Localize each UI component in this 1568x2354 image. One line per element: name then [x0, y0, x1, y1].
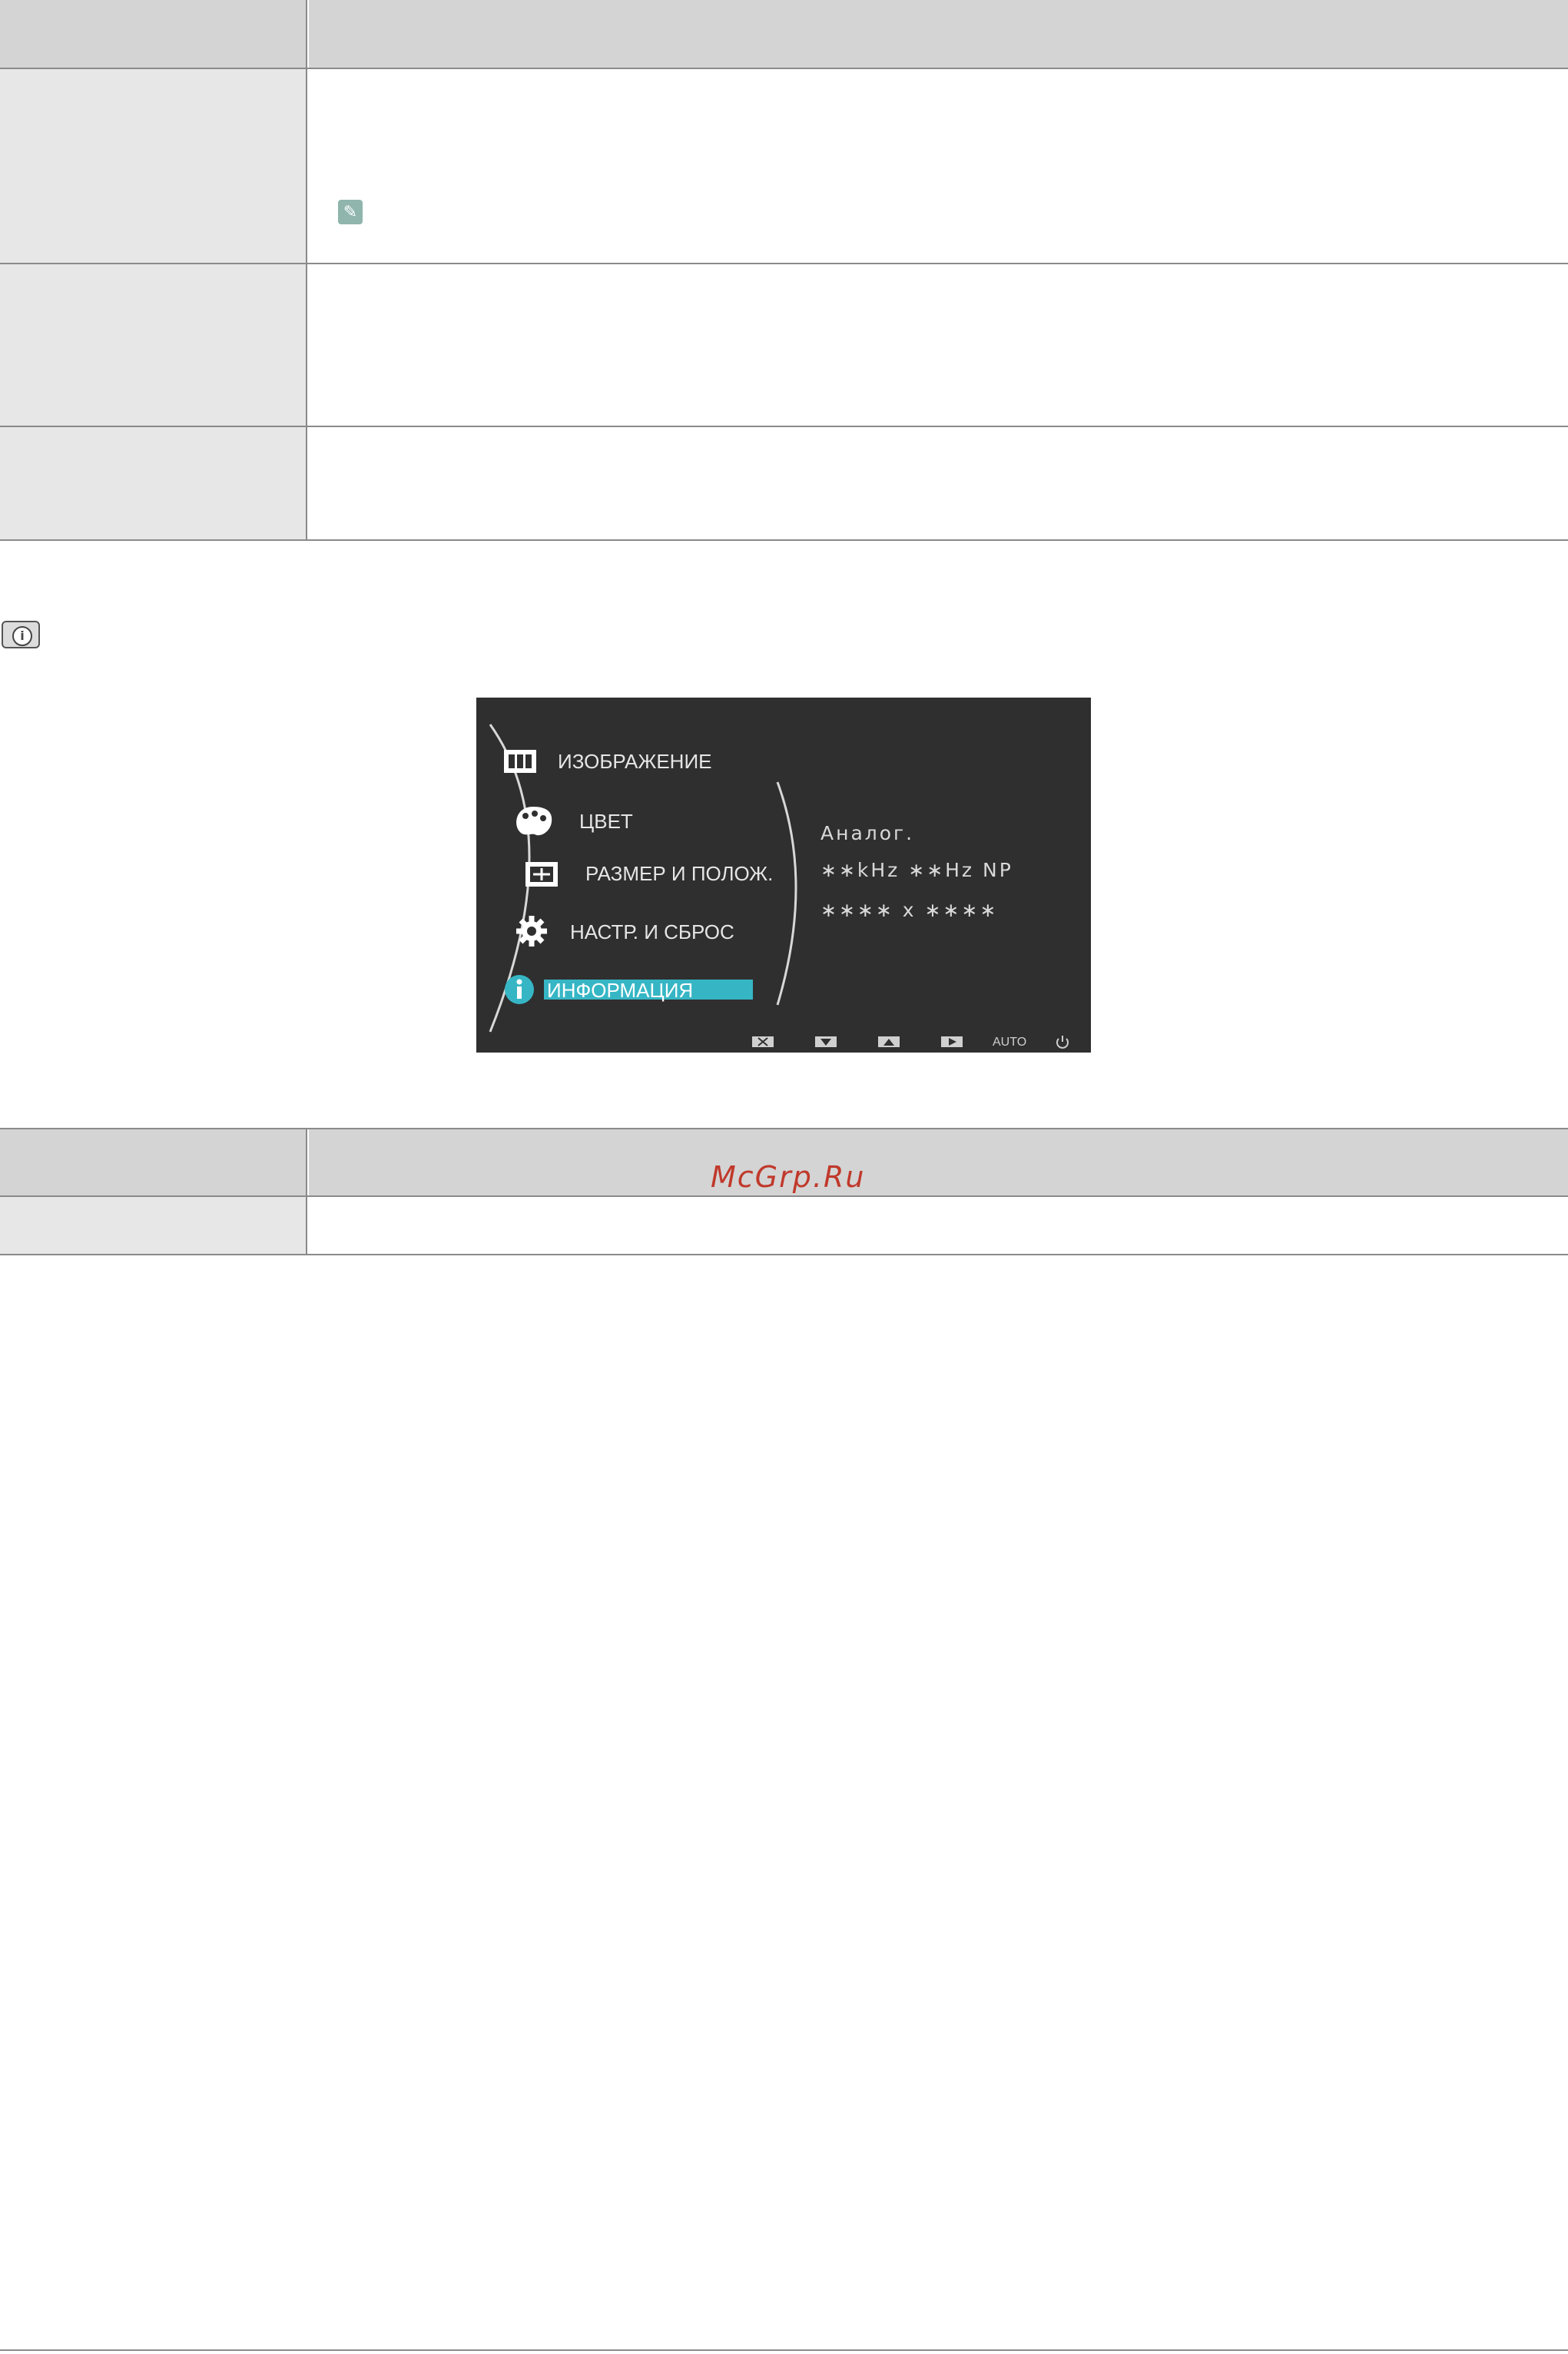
info-icon	[505, 975, 534, 1004]
row-label-cell	[0, 1197, 307, 1254]
header-cell-left	[0, 0, 307, 68]
resolution-text: ∗∗∗∗ x ∗∗∗∗	[820, 899, 999, 921]
auto-button[interactable]: AUTO	[993, 1036, 1026, 1049]
osd-menu-screenshot: ИЗОБРАЖЕНИЕ ЦВЕТ РАЗМЕР И ПОЛОЖ. НАСТР. …	[476, 698, 1091, 1053]
row-label-cell	[0, 427, 307, 539]
information-icon: i	[2, 621, 40, 648]
power-icon[interactable]	[1054, 1034, 1071, 1049]
menu-item-setup-reset[interactable]: НАСТР. И СБРОС	[570, 920, 734, 944]
table-row	[0, 69, 1568, 264]
row-label-cell	[0, 69, 307, 263]
menu-item-size-position[interactable]: РАЗМЕР И ПОЛОЖ.	[585, 862, 773, 886]
frequency-text: ∗∗kHz ∗∗Hz NP	[820, 859, 1013, 881]
row-content-cell	[309, 1197, 1568, 1254]
signal-type-text: Аналог.	[820, 822, 915, 844]
menu-item-information[interactable]: ИНФОРМАЦИЯ	[547, 979, 693, 1003]
table-row	[0, 264, 1568, 427]
menu-item-picture[interactable]: ИЗОБРАЖЕНИЕ	[558, 750, 711, 774]
enter-icon[interactable]	[940, 1036, 963, 1048]
up-icon[interactable]	[877, 1036, 900, 1048]
note-pencil-icon: ✎	[338, 200, 363, 224]
table-row	[0, 1197, 1568, 1255]
row-content-cell	[309, 427, 1568, 539]
header-cell-right	[309, 0, 1568, 68]
picture-bars-icon	[504, 750, 536, 773]
row-label-cell	[0, 264, 307, 426]
size-position-icon	[525, 862, 558, 887]
palette-icon	[516, 807, 552, 836]
header-cell-right	[309, 1129, 1568, 1195]
row-content-cell	[309, 264, 1568, 426]
page-bottom-divider	[0, 2349, 1568, 2351]
watermark-text: McGrp.Ru	[711, 1160, 866, 1194]
table-header-row	[0, 0, 1568, 69]
header-cell-left	[0, 1129, 307, 1195]
table-row	[0, 427, 1568, 541]
menu-item-color[interactable]: ЦВЕТ	[579, 810, 633, 834]
gear-icon	[516, 916, 547, 947]
down-icon[interactable]	[814, 1036, 837, 1048]
row-content-cell	[309, 69, 1568, 263]
exit-icon[interactable]	[751, 1036, 774, 1048]
